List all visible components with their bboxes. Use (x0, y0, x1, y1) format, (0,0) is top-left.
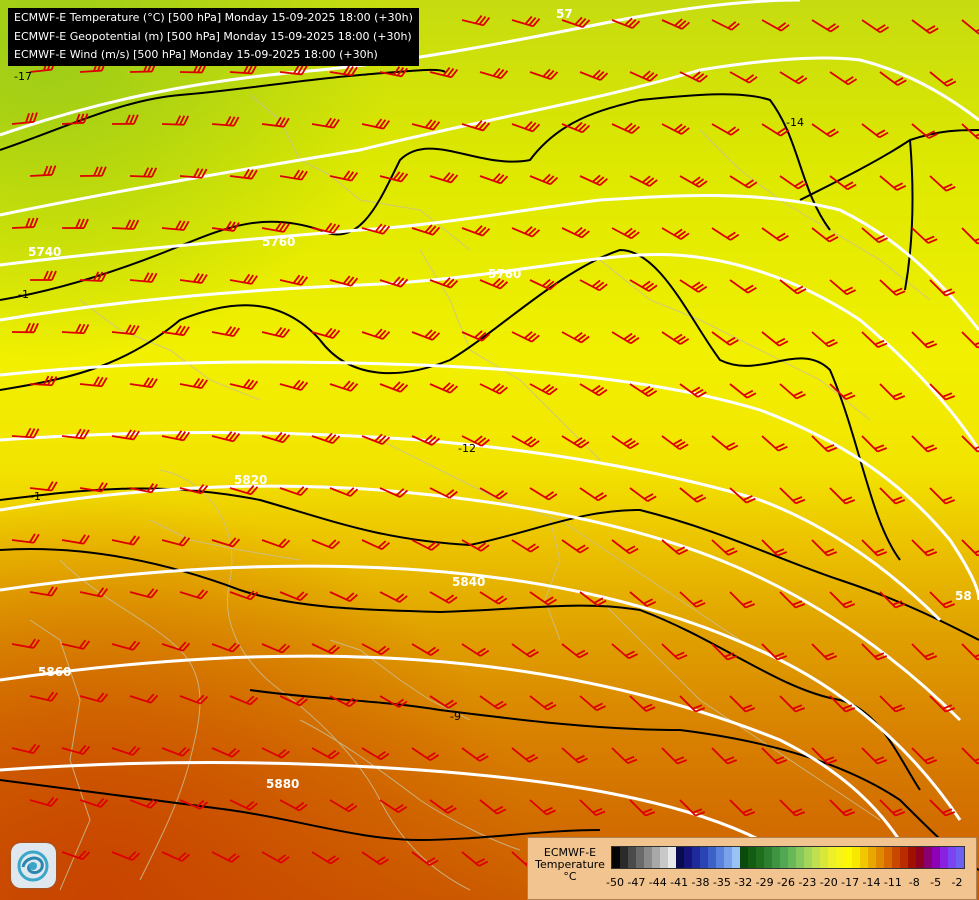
contour-label-5880: 5880 (266, 777, 299, 791)
isotherm-label-minus17: -17 (14, 70, 32, 83)
legend-title-unit: °C (563, 870, 577, 883)
legend-swatch (708, 847, 716, 868)
contour-label-5740: 5740 (28, 245, 61, 259)
isotherm-label-minus14: -14 (786, 116, 804, 129)
legend-tick-label: -17 (841, 876, 860, 889)
legend-swatch (780, 847, 788, 868)
legend-swatch (828, 847, 836, 868)
legend-tick-label: -38 (691, 876, 710, 889)
legend-swatch (612, 847, 620, 868)
legend-swatch (732, 847, 740, 868)
legend-swatch (620, 847, 628, 868)
legend-tick-label: -8 (908, 876, 920, 889)
legend-tick-label: -32 (734, 876, 753, 889)
legend-tick-label: -20 (819, 876, 838, 889)
legend-swatch (804, 847, 812, 868)
legend-title: ECMWF-E Temperature °C (532, 847, 608, 883)
legend-swatch (812, 847, 820, 868)
weather-map: 5740 5760 5760 5820 5840 5860 5880 58 57… (0, 0, 979, 900)
legend-tick-label: -41 (670, 876, 689, 889)
legend-swatch (836, 847, 844, 868)
legend-tick-label: -47 (627, 876, 646, 889)
temperature-legend: ECMWF-E Temperature °C -50 -47 -44 -41 -38 -3… (527, 837, 977, 900)
legend-swatch (628, 847, 636, 868)
legend-swatch (884, 847, 892, 868)
legend-swatch (948, 847, 956, 868)
contour-label-57-top: 57 (556, 7, 573, 21)
legend-tick-labels: -50 -47 -44 -41 -38 -35 -32 -29 -26 -23 -20 -17 -14-… (606, 876, 971, 890)
legend-swatch (868, 847, 876, 868)
legend-swatch (724, 847, 732, 868)
title-temperature: ECMWF-E Temperature (°C) [500 hPa] Monda… (14, 11, 413, 24)
title-wind: ECMWF-E Wind (m/s) [500 hPa] Monday 15-0… (14, 48, 378, 61)
ecmwf-logo-icon (11, 843, 56, 888)
legend-tick-label: -23 (798, 876, 817, 889)
map-canvas: 5740 5760 5760 5820 5840 5860 5880 58 57… (0, 0, 979, 900)
legend-swatch (668, 847, 676, 868)
legend-swatch (716, 847, 724, 868)
legend-swatch (956, 847, 964, 868)
contour-label-5820: 5820 (234, 473, 267, 487)
legend-tick-label: -11 (883, 876, 902, 889)
legend-swatch (796, 847, 804, 868)
legend-tick-label: -26 (777, 876, 795, 889)
legend-swatch (692, 847, 700, 868)
legend-swatch (892, 847, 900, 868)
legend-swatch (644, 847, 652, 868)
legend-tick-label: -50 (606, 876, 624, 889)
legend-swatch (636, 847, 644, 868)
contour-label-5760-east: 5760 (488, 267, 521, 281)
isotherm-label-minus1-a: -1 (18, 288, 29, 301)
legend-swatch (740, 847, 748, 868)
legend-swatch (820, 847, 828, 868)
legend-swatch (676, 847, 684, 868)
legend-tick-label: -29 (755, 876, 774, 889)
legend-swatch (700, 847, 708, 868)
contour-label-5860: 5860 (38, 665, 71, 679)
legend-swatch (924, 847, 932, 868)
legend-swatch (788, 847, 796, 868)
legend-tick-label: -2 (951, 876, 963, 889)
legend-swatch (916, 847, 924, 868)
map-title-box: ECMWF-E Temperature (°C) [500 hPa] Monda… (8, 8, 419, 66)
title-geopotential: ECMWF-E Geopotential (m) [500 hPa] Monda… (14, 29, 412, 43)
legend-swatch (932, 847, 940, 868)
isotherm-label-minus1-b: -1 (30, 490, 41, 503)
legend-swatch (860, 847, 868, 868)
legend-swatch (940, 847, 948, 868)
legend-tick-label: -35 (712, 876, 731, 889)
legend-swatch (652, 847, 660, 868)
legend-tick-label: -44 (648, 876, 667, 889)
legend-swatch (772, 847, 780, 868)
legend-swatch (900, 847, 908, 868)
isotherm-label-minus12: -12 (458, 442, 476, 455)
legend-swatch (764, 847, 772, 868)
legend-swatch (748, 847, 756, 868)
legend-swatch (684, 847, 692, 868)
legend-tick-label: -5 (930, 876, 942, 889)
legend-swatch (756, 847, 764, 868)
legend-swatch (844, 847, 852, 868)
legend-swatch (660, 847, 668, 868)
legend-color-bar (611, 846, 965, 869)
contour-label-58-edge: 58 (955, 589, 972, 603)
isotherm-label-minus9: -9 (450, 710, 461, 723)
contour-label-5760-west: 5760 (262, 235, 295, 249)
legend-swatch (876, 847, 884, 868)
legend-swatch (852, 847, 860, 868)
legend-swatch (908, 847, 916, 868)
contour-label-5840: 5840 (452, 575, 485, 589)
legend-tick-label: -14 (862, 876, 881, 889)
